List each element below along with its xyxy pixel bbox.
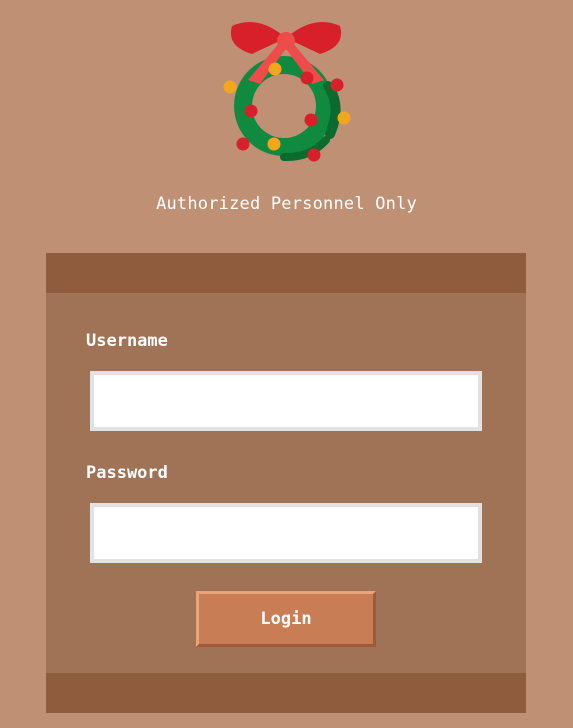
login-page: Authorized Personnel Only Username Passw… — [0, 0, 573, 728]
login-button[interactable]: Login — [196, 591, 376, 647]
panel-footer — [46, 673, 526, 713]
bow-knot — [277, 32, 295, 50]
password-input[interactable] — [90, 503, 482, 563]
christmas-wreath-icon — [223, 22, 351, 162]
login-panel: Username Password Login — [46, 253, 526, 713]
username-label: Username — [86, 331, 168, 351]
page-subtitle: Authorized Personnel Only — [156, 194, 417, 214]
password-label: Password — [86, 463, 168, 483]
panel-header — [46, 253, 526, 293]
username-input[interactable] — [90, 371, 482, 431]
